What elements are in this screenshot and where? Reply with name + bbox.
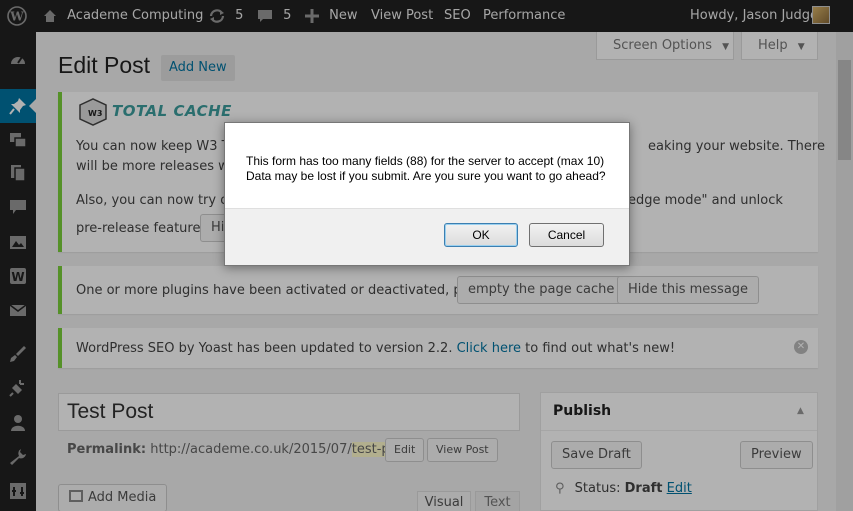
- dialog-line-1: This form has too many fields (88) for t…: [246, 154, 605, 168]
- dialog-line-2: Data may be lost if you submit. Are you …: [246, 169, 606, 183]
- dialog-message: This form has too many fields (88) for t…: [246, 154, 606, 184]
- ok-button[interactable]: OK: [444, 223, 518, 247]
- dialog-message-area: This form has too many fields (88) for t…: [225, 123, 629, 209]
- cancel-button[interactable]: Cancel: [529, 223, 604, 247]
- confirm-dialog: This form has too many fields (88) for t…: [224, 122, 630, 266]
